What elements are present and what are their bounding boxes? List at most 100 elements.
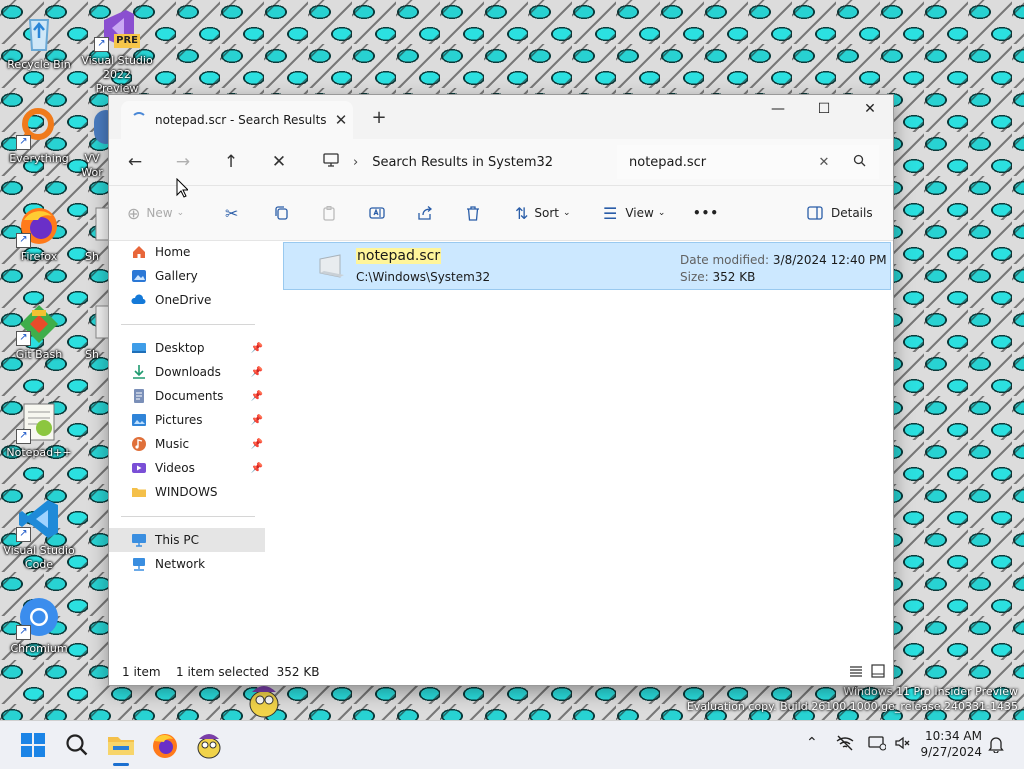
desktop-icon-firefox[interactable]: ↗ Firefox: [2, 202, 76, 264]
sidebar-item-this-pc[interactable]: This PC: [109, 528, 265, 552]
search-box[interactable]: notepad.scr ✕: [617, 145, 879, 179]
desktop-icon-label: Firefox: [20, 250, 58, 263]
firefox-icon: [153, 734, 177, 758]
date-modified-label: Date modified:: [680, 253, 770, 267]
details-view-toggle[interactable]: [849, 664, 863, 681]
address-bar[interactable]: › Search Results in System32: [313, 145, 609, 179]
desktop-icon-chromium[interactable]: ↗ Chromium: [2, 594, 76, 656]
search-input[interactable]: notepad.scr: [629, 155, 809, 170]
pin-icon[interactable]: 📌: [251, 463, 263, 474]
sidebar-item-gallery[interactable]: Gallery: [121, 264, 263, 288]
new-tab-button[interactable]: +: [365, 105, 393, 131]
show-hidden-icons-button[interactable]: ⌃: [806, 735, 818, 751]
sidebar-item-pictures[interactable]: Pictures 📌: [121, 408, 263, 432]
sidebar-item-desktop[interactable]: Desktop 📌: [121, 336, 263, 360]
sidebar-item-music[interactable]: Music 📌: [121, 432, 263, 456]
pin-icon[interactable]: 📌: [251, 391, 263, 402]
taskbar-search-button[interactable]: [61, 729, 93, 761]
sidebar-item-network[interactable]: Network: [121, 552, 263, 576]
stop-button[interactable]: ✕: [263, 147, 295, 177]
back-button[interactable]: ←: [119, 147, 151, 177]
desktop-icon-everything[interactable]: ↗ Everything: [2, 104, 76, 166]
close-window-button[interactable]: ✕: [847, 95, 893, 125]
date-modified-value: 3/8/2024 12:40 PM: [772, 253, 887, 267]
copy-button[interactable]: [273, 200, 289, 226]
sidebar-item-windows[interactable]: WINDOWS: [121, 480, 263, 504]
pin-icon[interactable]: 📌: [251, 439, 263, 450]
file-row[interactable]: notepad.scr C:\Windows\System32 Date mod…: [283, 242, 891, 290]
tab-search-results[interactable]: notepad.scr - Search Results in ✕: [121, 101, 353, 139]
desktop-icon-notepad-plus-plus[interactable]: ↗ Notepad++: [2, 398, 76, 460]
desktop-icon-recycle-bin[interactable]: Recycle Bin: [2, 10, 76, 72]
desktop-icon-vscode[interactable]: ↗ Visual Studio Code: [2, 496, 76, 572]
minimize-button[interactable]: —: [755, 95, 801, 125]
desktop-icon-label: Notepad++: [6, 446, 72, 459]
rename-button[interactable]: [369, 200, 385, 226]
desktop-icon-label: Git Bash: [15, 348, 63, 361]
date-modified-field: Date modified: 3/8/2024 12:40 PM: [680, 253, 887, 267]
volume-muted-icon[interactable]: [894, 735, 912, 755]
sidebar-item-label: Music: [155, 437, 190, 451]
large-icons-view-toggle[interactable]: [871, 664, 885, 681]
status-bar: 1 item 1 item selected 352 KB: [109, 659, 893, 685]
everything-search-icon: ↗: [16, 104, 62, 150]
cut-button[interactable]: ✂: [225, 200, 238, 226]
search-icon[interactable]: [839, 154, 879, 171]
desktop-icon-git-bash[interactable]: ↗ Git Bash: [2, 300, 76, 362]
desktop-icon-visual-studio-2022[interactable]: PRE ↗ Visual Studio 2022 Preview: [80, 6, 154, 96]
desktop-icon-partial-2[interactable]: Sh: [72, 202, 112, 264]
item-count: 1 item: [122, 665, 161, 679]
breadcrumb-chevron-icon: ›: [353, 154, 359, 170]
taskbar-mascot-app[interactable]: [193, 729, 225, 761]
visual-studio-icon: PRE ↗: [94, 6, 140, 52]
taskbar-file-explorer[interactable]: [105, 729, 137, 766]
start-button[interactable]: [17, 729, 49, 761]
sort-button[interactable]: ⇅ Sort ⌄: [515, 200, 571, 226]
breadcrumb-location[interactable]: Search Results in System32: [372, 155, 553, 170]
delete-button[interactable]: [465, 200, 481, 226]
vscode-icon: ↗: [16, 496, 62, 542]
clear-search-button[interactable]: ✕: [809, 155, 839, 170]
system-clock[interactable]: 10:34 AM 9/27/2024: [920, 728, 982, 760]
more-options-button[interactable]: •••: [693, 200, 719, 226]
pin-icon[interactable]: 📌: [251, 367, 263, 378]
desktop-icon-partial-1[interactable]: VV Wor: [72, 104, 112, 180]
app-icon: [72, 104, 112, 150]
pin-icon[interactable]: 📌: [251, 415, 263, 426]
tab-close-button[interactable]: ✕: [329, 111, 353, 129]
details-pane-button[interactable]: Details: [807, 200, 873, 226]
taskbar-firefox[interactable]: [149, 729, 181, 761]
chromium-icon: ↗: [16, 594, 62, 640]
tab-title: notepad.scr - Search Results in: [155, 113, 329, 127]
new-button[interactable]: ⊕ New ⌄: [127, 200, 184, 226]
paste-button[interactable]: [321, 200, 337, 226]
sidebar-item-label: Home: [155, 245, 191, 259]
sidebar-item-home[interactable]: Home: [121, 240, 263, 264]
desktop-icon-label: Chromium: [10, 642, 68, 655]
shortcut-arrow-icon: ↗: [16, 233, 31, 248]
file-path: C:\Windows\System32: [356, 270, 491, 284]
shortcut-arrow-icon: ↗: [16, 429, 31, 444]
notification-bell-icon[interactable]: [988, 735, 1004, 757]
sidebar-item-videos[interactable]: Videos 📌: [121, 456, 263, 480]
paste-icon: [323, 206, 335, 221]
display-icon[interactable]: [868, 735, 887, 755]
sidebar-item-onedrive[interactable]: OneDrive: [121, 288, 263, 312]
preview-badge: PRE: [114, 34, 140, 48]
windows-logo-icon: [21, 733, 45, 757]
sidebar-item-downloads[interactable]: Downloads 📌: [121, 360, 263, 384]
pin-icon[interactable]: 📌: [251, 343, 263, 354]
forward-button[interactable]: →: [167, 147, 199, 177]
view-button[interactable]: ☰ View ⌄: [603, 200, 665, 226]
desktop-icon-partial-3[interactable]: Sh: [72, 300, 112, 362]
up-button[interactable]: ↑: [215, 147, 247, 177]
maximize-button[interactable]: ☐: [801, 95, 847, 125]
network-status-icon[interactable]: [836, 735, 854, 755]
firefox-icon: ↗: [16, 202, 62, 248]
taskbar: ⌃ 10:34 AM 9/27/2024: [0, 720, 1024, 769]
tiles-view-icon: [871, 664, 885, 678]
sidebar-item-documents[interactable]: Documents 📌: [121, 384, 263, 408]
navigation-bar: ← → ↑ ✕ › Search Results in System32 not…: [109, 139, 893, 186]
chevron-down-icon: ⌄: [657, 208, 666, 218]
share-button[interactable]: [417, 200, 433, 226]
